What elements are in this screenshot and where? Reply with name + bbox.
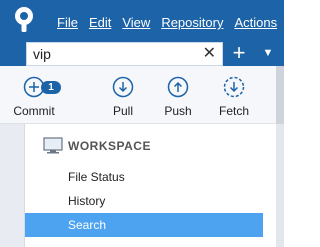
menu-view[interactable]: View	[122, 15, 150, 30]
title-bar: File Edit View Repository Actions	[0, 0, 284, 42]
commit-count-badge: 1	[41, 81, 61, 94]
menu-file[interactable]: File	[57, 15, 78, 30]
toolbar: Commit 1 Pull Push Fetch	[0, 66, 284, 124]
arrow-down-circle-icon	[112, 76, 134, 98]
sidebar-gutter	[0, 124, 25, 247]
menu-repository[interactable]: Repository	[161, 15, 223, 30]
sidebar-item-file-status[interactable]: File Status	[25, 165, 263, 189]
sidebar-item-history[interactable]: History	[25, 189, 263, 213]
fetch-button[interactable]: Fetch	[204, 76, 264, 118]
sidebar-item-label: File Status	[68, 170, 125, 184]
dashed-arrow-down-circle-icon	[223, 76, 245, 98]
add-tab-button[interactable]: +	[229, 42, 249, 64]
tab-dropdown-button[interactable]: ▼	[259, 44, 277, 62]
push-label: Push	[164, 104, 192, 118]
search-input[interactable]	[33, 45, 193, 63]
pull-label: Pull	[112, 104, 133, 118]
search-box[interactable]: ✕	[26, 42, 223, 66]
toolbar-edge	[276, 66, 284, 124]
commit-label: Commit	[13, 104, 55, 118]
clear-search-icon[interactable]: ✕	[203, 45, 216, 63]
menu-edit[interactable]: Edit	[89, 15, 111, 30]
app-logo-icon[interactable]	[10, 5, 38, 35]
sidebar-item-label: Search	[68, 218, 107, 232]
menu-actions[interactable]: Actions	[234, 15, 277, 30]
sidebar-item-label: History	[68, 194, 106, 208]
commit-button[interactable]: Commit 1	[4, 76, 64, 118]
sidebar-item-search[interactable]: Search	[25, 213, 263, 237]
push-button[interactable]: Push	[148, 76, 208, 118]
menu-bar: File Edit View Repository Actions	[57, 15, 288, 30]
workspace-heading: WORKSPACE	[68, 139, 151, 153]
arrow-up-circle-icon	[167, 76, 189, 98]
pull-button[interactable]: Pull	[93, 76, 153, 118]
fetch-label: Fetch	[218, 104, 249, 118]
monitor-icon	[43, 137, 63, 154]
sidebar-scrollbar[interactable]	[276, 124, 284, 247]
